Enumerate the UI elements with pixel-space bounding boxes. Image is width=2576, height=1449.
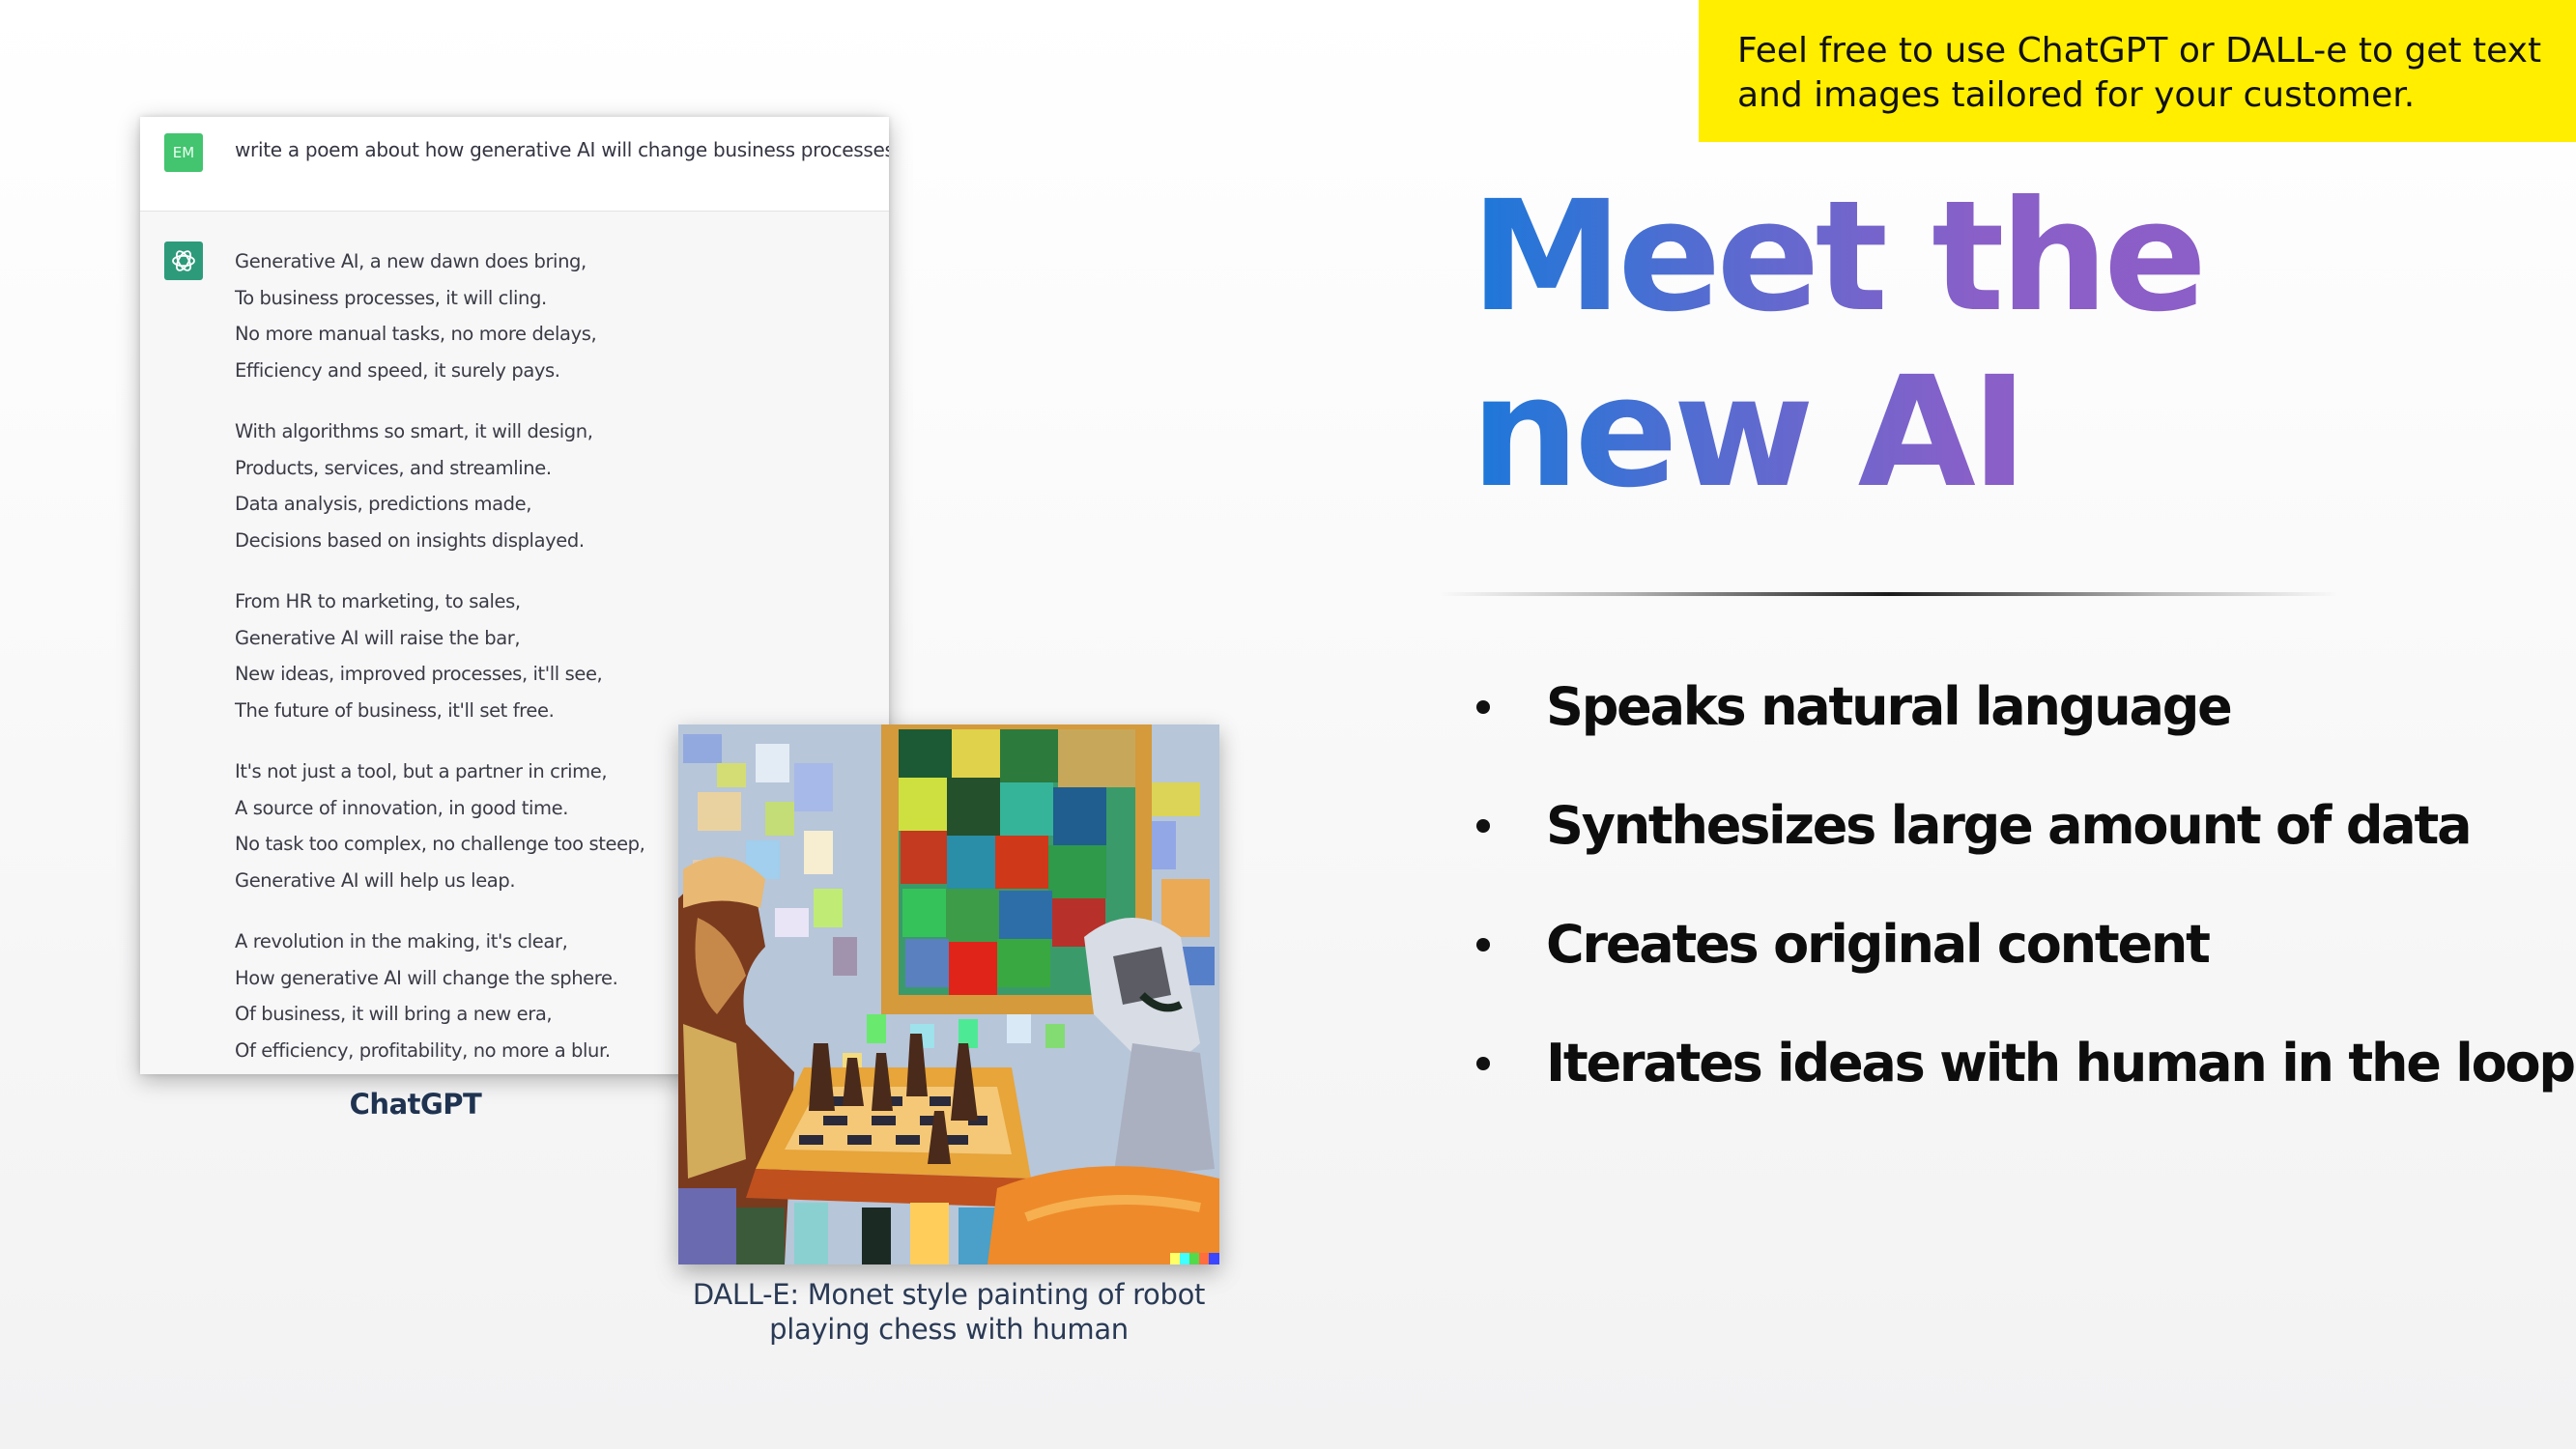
poem-line: The future of business, it'll set free.	[235, 698, 555, 722]
user-prompt-row: EM write a poem about how generative AI …	[140, 117, 889, 212]
feature-item: Synthesizes large amount of data	[1469, 790, 2570, 909]
dalle-caption-line: DALL-E: Monet style painting of robot	[692, 1278, 1206, 1311]
slide-title-line: new AI	[1471, 344, 2023, 522]
dalle-caption-line: playing chess with human	[769, 1313, 1129, 1346]
feature-list: Speaks natural language Synthesizes larg…	[1469, 671, 2576, 1147]
bullet-icon	[1476, 938, 1490, 952]
poem-stanza: With algorithms so smart, it will design…	[235, 413, 873, 558]
feature-item: Speaks natural language	[1469, 671, 2570, 790]
title-divider	[1440, 592, 2338, 596]
user-avatar: EM	[164, 133, 203, 172]
feature-text: Creates original content	[1546, 914, 2211, 975]
chatgpt-caption: ChatGPT	[349, 1088, 482, 1121]
poem-line: New ideas, improved processes, it'll see…	[235, 663, 603, 685]
bullet-icon	[1476, 1057, 1490, 1070]
poem-line: Decisions based on insights displayed.	[235, 528, 585, 552]
poem-line: Generative AI, a new dawn does bring,	[235, 250, 587, 272]
poem-line: Efficiency and speed, it surely pays.	[235, 358, 560, 382]
feature-text: Synthesizes large amount of data	[1546, 795, 2473, 856]
poem-stanza: Generative AI, a new dawn does bring, To…	[235, 243, 873, 388]
poem-line: Products, services, and streamline.	[235, 456, 552, 479]
poem-line: From HR to marketing, to sales,	[235, 590, 521, 612]
slide-title: Meet the new AI	[1471, 169, 2202, 521]
callout-line: Feel free to use ChatGPT or DALL-e to ge…	[1737, 31, 2542, 71]
feature-text: Speaks natural language	[1546, 676, 2233, 737]
dalle-watermark-icon	[1170, 1253, 1219, 1264]
slide-title-line: Meet the	[1471, 168, 2203, 346]
feature-item: Creates original content	[1469, 909, 2570, 1028]
poem-line: No more manual tasks, no more delays,	[235, 323, 597, 345]
openai-logo-icon	[164, 242, 203, 280]
bullet-icon	[1476, 819, 1490, 833]
poem-line: With algorithms so smart, it will design…	[235, 420, 593, 442]
bullet-icon	[1476, 700, 1490, 714]
feature-item: Iterates ideas with human in the loop	[1469, 1028, 2576, 1147]
poem-line: Generative AI will raise the bar,	[235, 626, 521, 649]
user-prompt-text: write a poem about how generative AI wil…	[235, 138, 889, 161]
poem-line: Data analysis, predictions made,	[235, 493, 532, 515]
callout-line: and images tailored for your customer.	[1737, 75, 2416, 115]
dalle-caption: DALL-E: Monet style painting of robot pl…	[667, 1277, 1231, 1347]
poem-line: To business processes, it will cling.	[235, 286, 547, 309]
callout-note: Feel free to use ChatGPT or DALL-e to ge…	[1699, 0, 2576, 142]
feature-text: Iterates ideas with human in the loop	[1546, 1033, 2576, 1094]
dalle-painting-image	[678, 724, 1219, 1264]
poem-stanza: From HR to marketing, to sales, Generati…	[235, 583, 873, 728]
